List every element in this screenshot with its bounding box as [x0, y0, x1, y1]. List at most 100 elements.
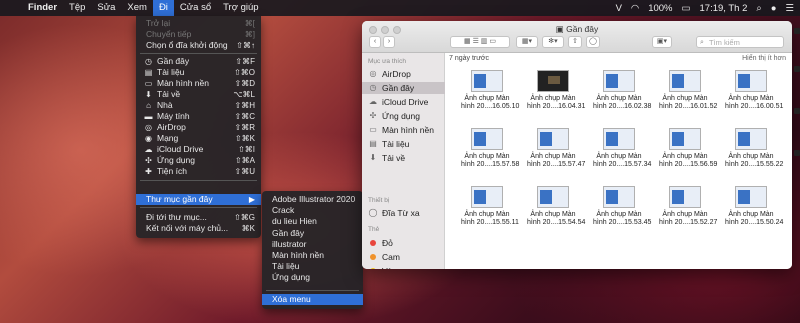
- file-item[interactable]: Ảnh chụp Màn hình 20....16.02.38: [593, 70, 651, 114]
- go-menu-item-shortcut: ⇧⌘K: [234, 134, 255, 143]
- action-gear-button[interactable]: ✻▾: [542, 36, 564, 48]
- sidebar-item[interactable]: ◷ Gần đây: [362, 82, 445, 94]
- search-icon[interactable]: ⌕: [756, 3, 761, 14]
- go-menu-item-shortcut: ⌘K: [241, 224, 255, 233]
- go-menu-item[interactable]: ◷ Gần đây ⇧⌘F: [136, 56, 261, 67]
- desktop-item-icon[interactable]: [794, 28, 800, 34]
- recent-folder-item[interactable]: Crack: [262, 205, 363, 216]
- file-item[interactable]: Ảnh chụp Màn hình 20....15.53.45: [593, 186, 651, 230]
- clock[interactable]: 17:19, Th 2: [700, 3, 748, 14]
- file-item[interactable]: Ảnh chụp Màn hình 20....16.00.51: [725, 70, 783, 114]
- recent-folder-item[interactable]: Adobe Illustrator 2020: [262, 194, 363, 205]
- quick-look-button[interactable]: ▣▾: [652, 36, 672, 48]
- go-menu-item[interactable]: Trở lại ⌘[: [136, 18, 261, 29]
- desktop-item-icon[interactable]: [794, 66, 800, 72]
- go-menu-item-label: Chuyển tiếp: [146, 29, 192, 39]
- menu-help[interactable]: Trợ giúp: [217, 0, 264, 16]
- go-menu-item[interactable]: ◉ Mạng ⇧⌘K: [136, 133, 261, 144]
- go-menu-item[interactable]: ✚ Tiện ích ⇧⌘U: [136, 166, 261, 177]
- tags-header: Thẻ: [368, 226, 380, 233]
- menu-go[interactable]: Đi: [152, 0, 174, 16]
- go-menu-item[interactable]: ▬ Máy tính ⇧⌘C: [136, 111, 261, 122]
- show-less-link[interactable]: Hiển thị ít hơn: [742, 55, 786, 62]
- file-item[interactable]: Ảnh chụp Màn hình 20....15.57.47: [527, 128, 585, 172]
- sidebar-item[interactable]: ▭ Màn hình nền: [362, 124, 445, 136]
- menu-file[interactable]: Tệp: [63, 0, 91, 16]
- file-name-line1: Ảnh chụp Màn: [464, 95, 510, 102]
- forward-button[interactable]: ›: [383, 36, 395, 48]
- battery-percent[interactable]: 100%: [648, 3, 672, 14]
- recent-folder-item[interactable]: Tài liệu: [262, 261, 363, 272]
- file-item[interactable]: Ảnh chụp Màn hình 20....15.56.59: [659, 128, 717, 172]
- file-item[interactable]: Ảnh chụp Màn hình 20....15.50.24: [725, 186, 783, 230]
- go-menu-item[interactable]: ⌂ Nhà ⇧⌘H: [136, 100, 261, 111]
- file-item[interactable]: Ảnh chụp Màn hình 20....16.05.10: [461, 70, 519, 114]
- go-menu-item-label: Máy tính: [157, 111, 190, 121]
- file-item[interactable]: Ảnh chụp Màn hình 20....15.57.58: [461, 128, 519, 172]
- back-button[interactable]: ‹: [369, 36, 381, 48]
- screenshot-thumbnail-icon: [669, 186, 701, 208]
- sidebar-tag-item[interactable]: Đỏ: [362, 237, 445, 249]
- sidebar-tag-item[interactable]: Cam: [362, 251, 445, 263]
- desktop-item-icon[interactable]: [794, 108, 800, 114]
- view-mode-segmented[interactable]: ▦ ☰ ▥ ▭: [450, 36, 510, 48]
- control-list-icon[interactable]: ☰: [785, 3, 794, 14]
- go-menu-item[interactable]: ◎ AirDrop ⇧⌘R: [136, 122, 261, 133]
- sidebar-item[interactable]: ▤ Tài liệu: [362, 138, 445, 150]
- network-icon: ◉: [145, 134, 152, 143]
- input-source-icon[interactable]: V: [616, 3, 622, 14]
- file-name-line2: hình 20....16.02.38: [593, 103, 652, 110]
- go-menu-item[interactable]: ⬇ Tải về ⌥⌘L: [136, 89, 261, 100]
- menu-window[interactable]: Cửa sổ: [174, 0, 217, 16]
- menu-view[interactable]: Xem: [121, 0, 153, 16]
- sidebar-item[interactable]: ☁ iCloud Drive: [362, 96, 445, 108]
- file-item[interactable]: Ảnh chụp Màn hình 20....16.01.52: [659, 70, 717, 114]
- go-menu-item[interactable]: ✣ Ứng dụng ⇧⌘A: [136, 155, 261, 166]
- file-item[interactable]: Ảnh chụp Màn hình 20....15.57.34: [593, 128, 651, 172]
- go-menu-item[interactable]: Thư mục gần đây ▶: [136, 194, 261, 205]
- battery-icon[interactable]: ▭: [682, 3, 691, 14]
- sidebar-item-label: Tài liệu: [382, 139, 410, 149]
- menu-app-finder[interactable]: Finder: [22, 0, 63, 16]
- file-name-line2: hình 20....16.05.10: [461, 103, 520, 110]
- go-menu-item[interactable]: ▤ Tài liệu ⇧⌘O: [136, 67, 261, 78]
- recent-folder-item[interactable]: Ứng dụng: [262, 272, 363, 283]
- go-menu-item[interactable]: ☁ iCloud Drive ⇧⌘I: [136, 144, 261, 155]
- file-item[interactable]: Ảnh chụp Màn hình 20....15.52.27: [659, 186, 717, 230]
- file-name-line1: Ảnh chụp Màn: [728, 95, 774, 102]
- recent-folder-item[interactable]: du lieu Hien: [262, 216, 363, 227]
- file-item[interactable]: Ảnh chụp Màn hình 20....15.55.11: [461, 186, 519, 230]
- go-menu-item[interactable]: Chuyển tiếp ⌘]: [136, 29, 261, 40]
- file-item[interactable]: Ảnh chụp Màn hình 20....15.54.54: [527, 186, 585, 230]
- group-header: 7 ngày trước: [449, 55, 490, 62]
- desktop-item-icon[interactable]: [794, 150, 800, 156]
- go-menu-item-label: Gần đây: [157, 56, 190, 66]
- share-button[interactable]: ⇧: [568, 36, 582, 48]
- sidebar-item[interactable]: ✣ Ứng dụng: [362, 110, 445, 122]
- file-item[interactable]: Ảnh chụp Màn hình 20....16.04.31: [527, 70, 585, 114]
- window-toolbar: ▣ Gần đây ‹ › ▦ ☰ ▥ ▭ ▦▾ ✻▾ ⇧ ◯ ▣▾ ⌕ Tìm…: [362, 21, 792, 53]
- recent-folder-item[interactable]: illustrator: [262, 239, 363, 250]
- sidebar-tag-item[interactable]: Vàng: [362, 265, 445, 269]
- clear-menu-item[interactable]: Xóa menu: [262, 294, 363, 305]
- go-menu-item[interactable]: Kết nối với máy chủ... ⌘K: [136, 223, 261, 234]
- devices-header: Thiết bị: [368, 197, 390, 204]
- recent-folder-item[interactable]: Gần đây: [262, 228, 363, 239]
- group-by-button[interactable]: ▦▾: [516, 36, 538, 48]
- menu-edit[interactable]: Sửa: [91, 0, 121, 16]
- go-menu-item[interactable]: ▭ Màn hình nền ⇧⌘D: [136, 78, 261, 89]
- sidebar-device-item[interactable]: ◯ Đĩa Từ xa: [362, 207, 445, 219]
- tags-button[interactable]: ◯: [586, 36, 600, 48]
- go-menu-item[interactable]: Đi tới thư mục... ⇧⌘G: [136, 212, 261, 223]
- sidebar-item[interactable]: ◎ AirDrop: [362, 68, 445, 80]
- go-menu-item[interactable]: Chọn ổ đĩa khởi động ⇧⌘↑: [136, 40, 261, 51]
- sidebar-item[interactable]: ⬇ Tải về: [362, 152, 445, 164]
- menu-separator: [266, 290, 359, 291]
- recent-folder-item[interactable]: Màn hình nền: [262, 250, 363, 261]
- search-field[interactable]: ⌕ Tìm kiếm: [696, 36, 784, 48]
- siri-icon[interactable]: ●: [771, 3, 777, 14]
- file-name-line1: Ảnh chụp Màn: [728, 153, 774, 160]
- wifi-icon[interactable]: ◠: [631, 3, 639, 14]
- go-menu-item-shortcut: ⇧⌘F: [235, 57, 255, 66]
- file-item[interactable]: Ảnh chụp Màn hình 20....15.55.22: [725, 128, 783, 172]
